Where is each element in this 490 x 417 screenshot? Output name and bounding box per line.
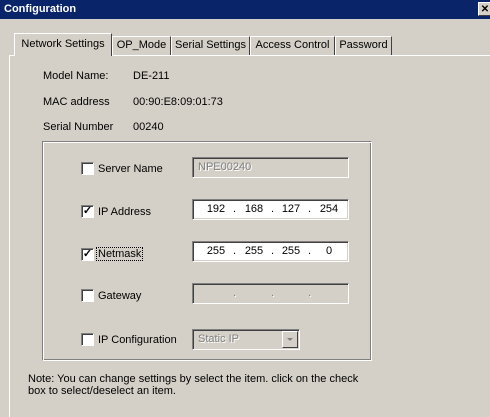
model-name-label: Model Name: <box>43 70 109 82</box>
gateway-dot: . <box>308 287 312 299</box>
ip-address-octet-1: 192 <box>206 203 226 215</box>
ip-configuration-label: IP Configuration <box>98 334 177 346</box>
chevron-down-icon[interactable] <box>282 331 298 348</box>
ip-address-label: IP Address <box>98 206 151 218</box>
netmask-dot: . <box>308 245 312 257</box>
netmask-octet-4: 0 <box>325 245 333 257</box>
netmask-octet-2: 255 <box>244 245 264 257</box>
help-note: Note: You can change settings by select … <box>28 373 359 397</box>
server-name-input[interactable]: NPE00240 <box>192 157 349 178</box>
gateway-dot: . <box>233 287 237 299</box>
gateway-label: Gateway <box>98 290 142 302</box>
server-name-value: NPE00240 <box>198 161 252 173</box>
ip-configuration-value: Static IP <box>198 333 239 345</box>
model-name-value: DE-211 <box>133 70 170 82</box>
ip-address-dot: . <box>308 203 312 215</box>
netmask-label: Netmask <box>95 247 144 261</box>
ip-configuration-select[interactable]: Static IP <box>192 329 300 350</box>
netmask-input[interactable]: 255 . 255 . 255 . 0 <box>192 241 349 262</box>
netmask-octet-1: 255 <box>206 245 226 257</box>
netmask-octet-3: 255 <box>281 245 301 257</box>
netmask-checkbox[interactable]: ✓ <box>81 248 94 261</box>
gateway-dot: . <box>271 287 275 299</box>
server-name-label: Server Name <box>98 163 163 175</box>
netmask-dot: . <box>271 245 275 257</box>
ip-address-octet-2: 168 <box>244 203 264 215</box>
mac-address-value: 00:90:E8:09:01:73 <box>133 96 223 108</box>
gateway-checkbox[interactable] <box>81 289 94 302</box>
ip-address-dot: . <box>233 203 237 215</box>
ip-address-input[interactable]: 192 . 168 . 127 . 254 <box>192 199 349 220</box>
ip-address-octet-3: 127 <box>281 203 301 215</box>
serial-number-label: Serial Number <box>43 121 114 133</box>
ip-address-dot: . <box>271 203 275 215</box>
mac-address-label: MAC address <box>43 96 110 108</box>
ip-address-octet-4: 254 <box>319 203 339 215</box>
server-name-checkbox[interactable] <box>81 162 94 175</box>
ip-configuration-checkbox[interactable] <box>81 333 94 346</box>
netmask-dot: . <box>233 245 237 257</box>
ip-address-checkbox[interactable]: ✓ <box>81 205 94 218</box>
serial-number-value: 00240 <box>133 121 164 133</box>
gateway-input[interactable]: . . . <box>192 283 349 304</box>
